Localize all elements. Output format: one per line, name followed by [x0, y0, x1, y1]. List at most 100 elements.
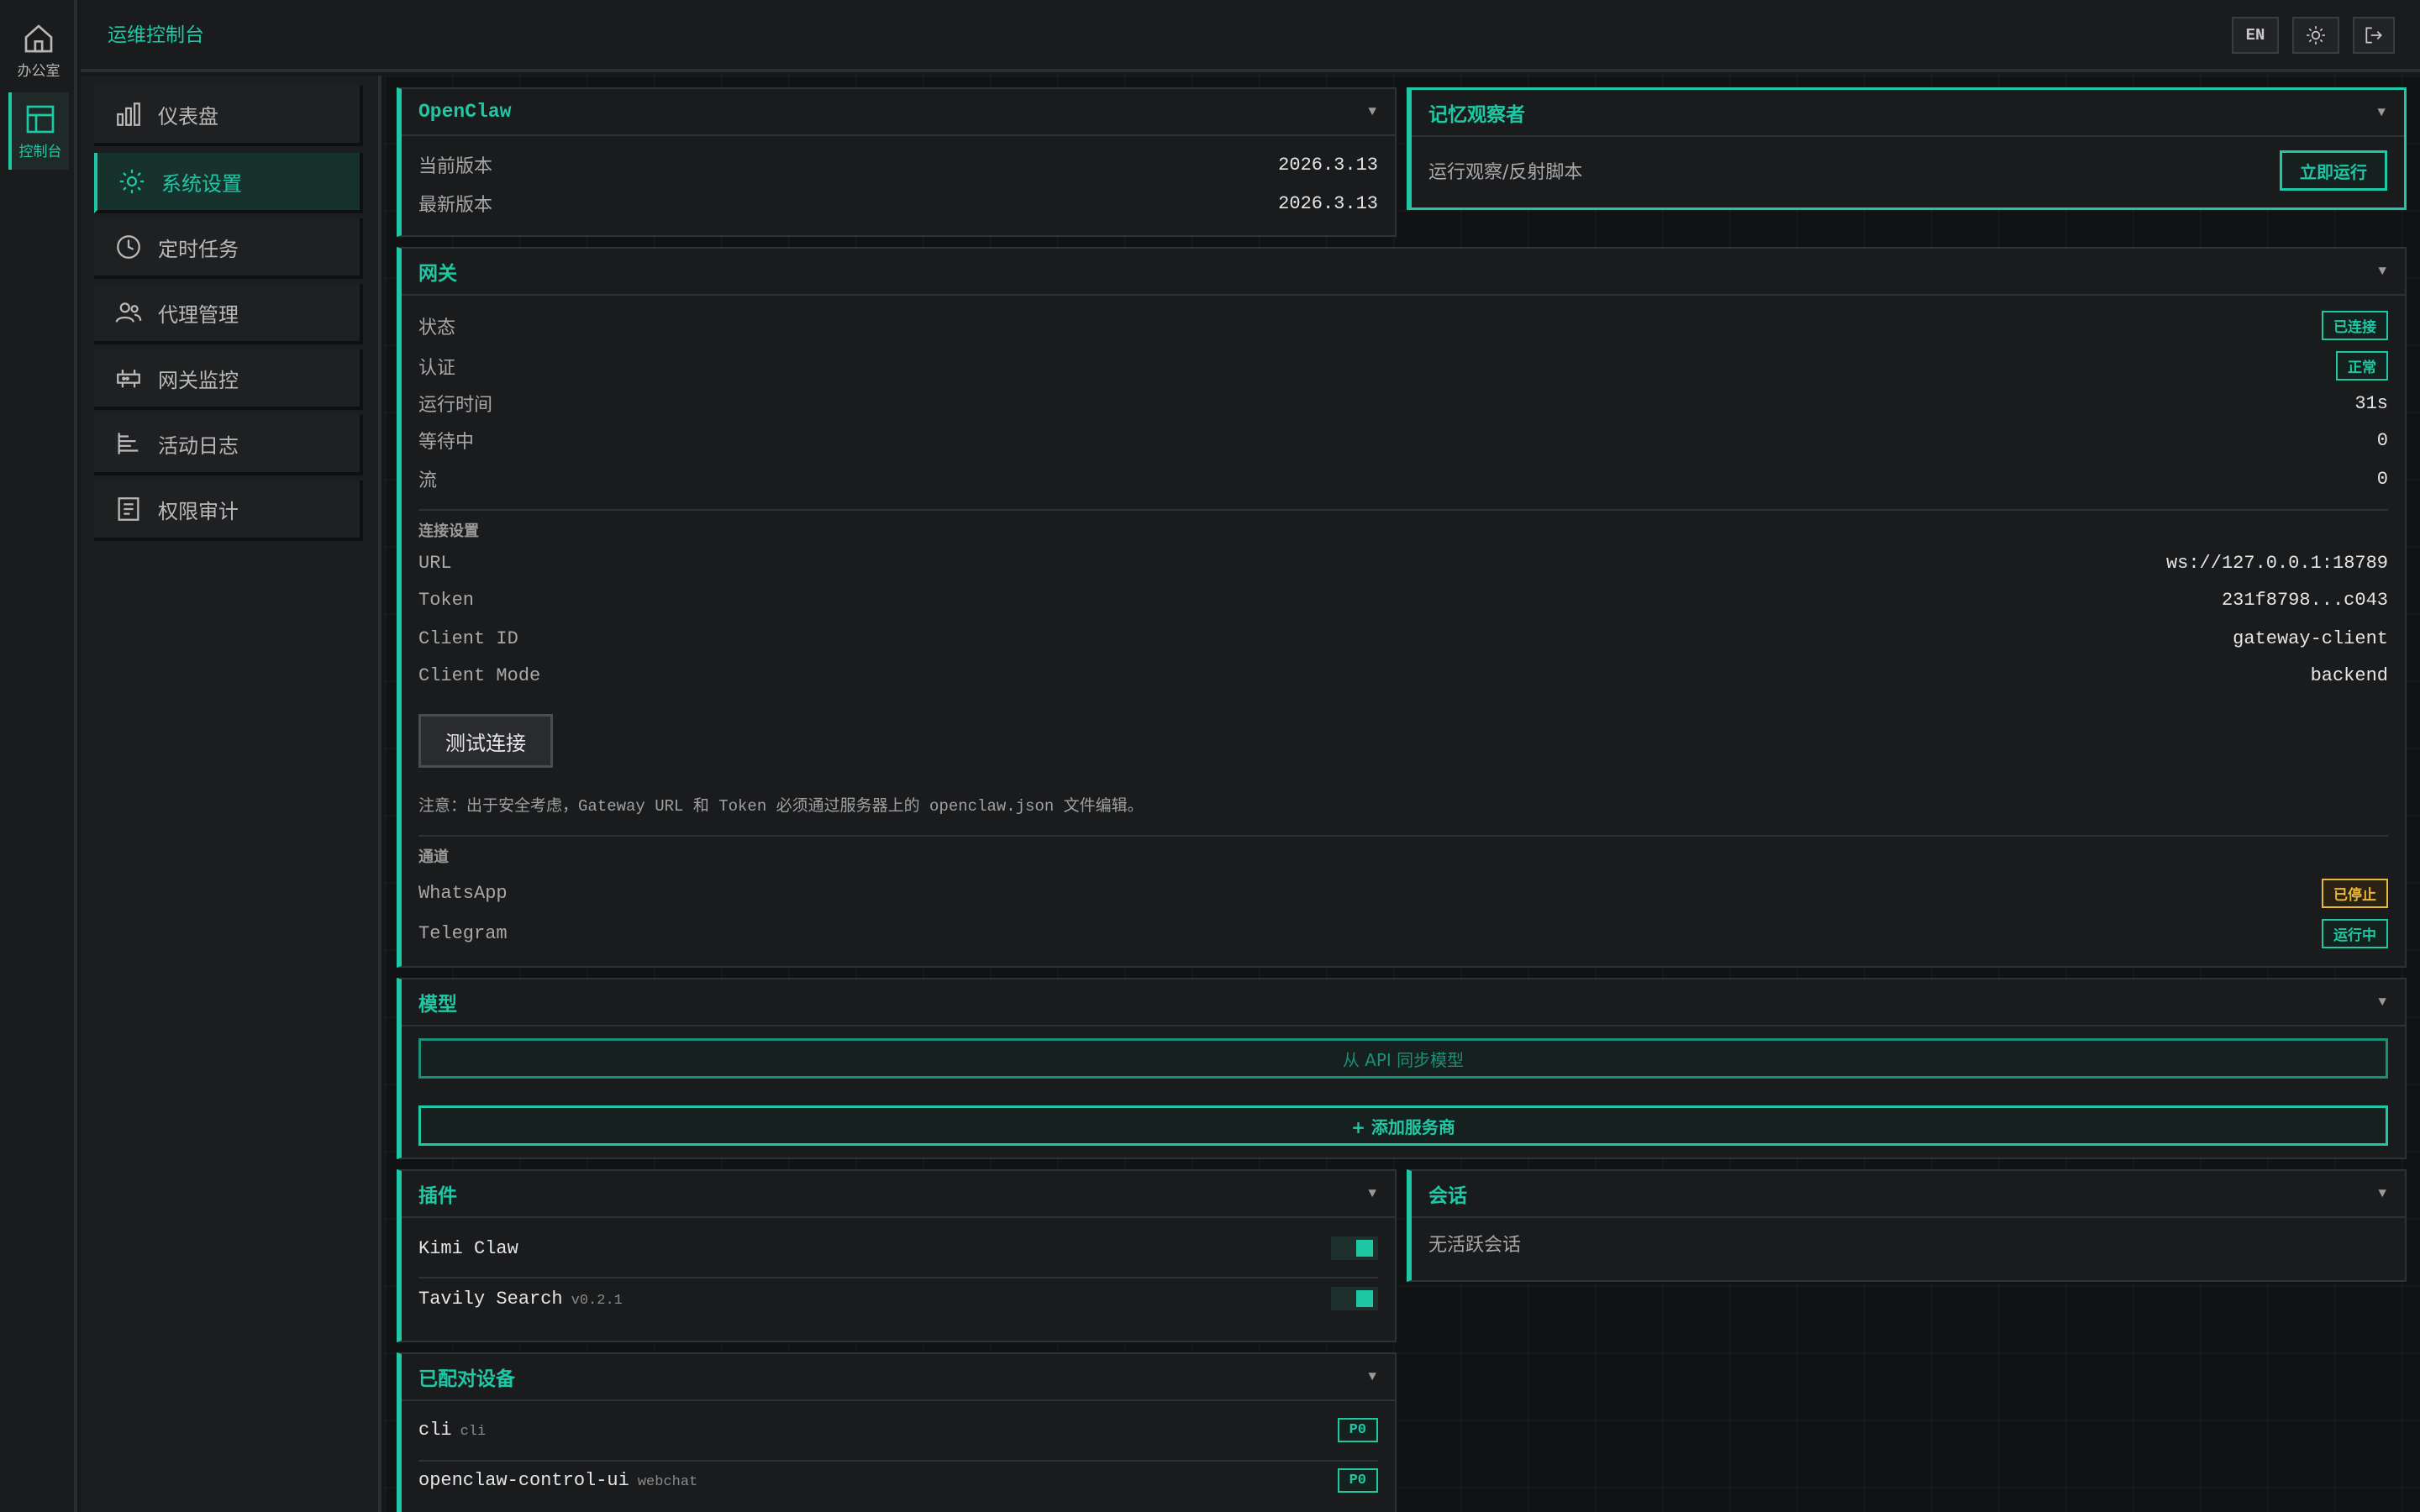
client-mode-label: Client Mode — [418, 665, 541, 686]
url-label: URL — [418, 553, 452, 574]
status-label: 状态 — [418, 317, 456, 339]
device-type: cli — [460, 1424, 487, 1440]
token-label: Token — [418, 590, 475, 611]
device-badge: P0 — [1337, 1418, 1378, 1442]
nav-item-dashboard[interactable]: 仪表盘 — [94, 86, 363, 146]
memory-watcher-panel: 记忆观察者 ▼ 运行观察/反射脚本 立即运行 — [1407, 87, 2407, 210]
test-connection-button[interactable]: 测试连接 — [418, 714, 553, 768]
device-type: webchat — [637, 1474, 698, 1490]
whatsapp-status-badge: 已停止 — [2322, 879, 2388, 908]
current-version-row: 当前版本 2026.3.13 — [418, 151, 1378, 178]
rail-item-console[interactable]: 控制台 — [8, 92, 69, 170]
plugins-title: 插件 — [418, 1185, 457, 1207]
memory-script-label: 运行观察/反射脚本 — [1428, 162, 1583, 183]
plugin-row: Kimi Claw — [418, 1236, 1378, 1260]
divider — [418, 1277, 1378, 1278]
client-id-value: gateway-client — [2233, 628, 2388, 649]
rail-office-label: 办公室 — [17, 62, 60, 80]
plugin-version: v0.2.1 — [571, 1292, 623, 1309]
sync-models-button[interactable]: 从 API 同步模型 — [418, 1038, 2388, 1079]
router-icon — [117, 370, 140, 388]
plugins-panel-header[interactable]: 插件 ▼ — [402, 1171, 1395, 1218]
plugin-toggle[interactable] — [1331, 1236, 1378, 1260]
whatsapp-label: WhatsApp — [418, 883, 508, 904]
language-button[interactable]: EN — [2232, 17, 2279, 54]
app-rail: 办公室 控制台 — [0, 0, 77, 1512]
nav-item-agents[interactable]: 代理管理 — [94, 284, 363, 344]
nav-label-settings: 系统设置 — [161, 171, 242, 196]
device-badge: P0 — [1337, 1468, 1378, 1493]
logout-button[interactable] — [2353, 17, 2395, 54]
pending-value: 0 — [2376, 429, 2388, 451]
memory-panel-header[interactable]: 记忆观察者 ▼ — [1412, 90, 2404, 137]
collapse-caret-icon[interactable]: ▼ — [1368, 1186, 1376, 1201]
device-name: openclaw-control-ui — [418, 1470, 629, 1491]
nav-item-settings[interactable]: 系统设置 — [94, 153, 363, 213]
whatsapp-row: WhatsApp 已停止 — [418, 879, 2388, 908]
sessions-panel-header[interactable]: 会话 ▼ — [1412, 1171, 2405, 1218]
nav-item-permission-audit[interactable]: 权限审计 — [94, 480, 363, 541]
memory-title: 记忆观察者 — [1428, 104, 1525, 126]
url-value: ws://127.0.0.1:18789 — [2165, 553, 2388, 574]
nav-item-activity-log[interactable]: 活动日志 — [94, 415, 363, 475]
collapse-caret-icon[interactable]: ▼ — [2378, 264, 2386, 279]
main-content: OpenClaw ▼ 当前版本 2026.3.13 最新版本 2026.3.13… — [385, 76, 2420, 1512]
client-id-row: Client ID gateway-client — [418, 628, 2388, 649]
latest-version-label: 最新版本 — [418, 195, 493, 216]
device-row: openclaw-control-ui webchat P0 — [418, 1468, 1378, 1493]
nav-label-permission-audit: 权限审计 — [158, 499, 239, 523]
models-panel: 模型 ▼ 从 API 同步模型 + 添加服务商 — [397, 978, 2407, 1159]
top-bar: 运维控制台 EN — [81, 0, 2420, 72]
latest-version-row: 最新版本 2026.3.13 — [418, 190, 1378, 217]
current-version-value: 2026.3.13 — [1278, 154, 1378, 176]
add-provider-button[interactable]: + 添加服务商 — [418, 1105, 2388, 1146]
openclaw-panel: OpenClaw ▼ 当前版本 2026.3.13 最新版本 2026.3.13 — [397, 87, 1397, 237]
pending-label: 等待中 — [418, 432, 475, 453]
gateway-status-row: 状态 已连接 — [418, 311, 2388, 340]
collapse-caret-icon[interactable]: ▼ — [1368, 1369, 1376, 1384]
sun-icon — [2307, 26, 2325, 45]
status-badge: 已连接 — [2322, 311, 2388, 340]
devices-panel-header[interactable]: 已配对设备 ▼ — [402, 1354, 1395, 1401]
rail-console-label: 控制台 — [18, 143, 62, 160]
openclaw-panel-header[interactable]: OpenClaw ▼ — [402, 89, 1395, 136]
rail-item-office[interactable]: 办公室 — [8, 12, 69, 89]
nav-label-dashboard: 仪表盘 — [158, 104, 218, 129]
sessions-panel: 会话 ▼ 无活跃会话 — [1407, 1169, 2407, 1282]
nav-label-activity-log: 活动日志 — [158, 433, 239, 458]
collapse-caret-icon[interactable]: ▼ — [2378, 995, 2386, 1010]
client-mode-row: Client Mode backend — [418, 665, 2388, 686]
models-panel-header[interactable]: 模型 ▼ — [402, 979, 2405, 1026]
nav-label-agents: 代理管理 — [158, 302, 239, 327]
nav-sidebar: 仪表盘 系统设置 定时任务 代理管理 网关监控 活动日志 权限审计 — [81, 76, 381, 1512]
openclaw-title: OpenClaw — [418, 101, 512, 123]
collapse-caret-icon[interactable]: ▼ — [2378, 1186, 2386, 1201]
telegram-label: Telegram — [418, 923, 508, 944]
run-now-button[interactable]: 立即运行 — [2280, 150, 2387, 191]
token-value: 231f8798...c043 — [2221, 590, 2388, 611]
gateway-auth-row: 认证 正常 — [418, 351, 2388, 381]
nav-label-gateway-monitor: 网关监控 — [158, 368, 239, 392]
device-name: cli — [418, 1420, 452, 1441]
collapse-caret-icon[interactable]: ▼ — [2377, 105, 2386, 120]
paired-devices-panel: 已配对设备 ▼ cli cli P0 openclaw-control-ui web… — [397, 1352, 1397, 1512]
list-icon — [118, 433, 139, 454]
plugin-toggle[interactable] — [1331, 1287, 1378, 1310]
home-icon — [24, 24, 53, 52]
collapse-caret-icon[interactable]: ▼ — [1368, 104, 1376, 119]
plugin-row: Tavily Search v0.2.1 — [418, 1287, 1378, 1310]
divider — [418, 1460, 1378, 1462]
client-mode-value: backend — [2310, 665, 2388, 686]
token-row: Token 231f8798...c043 — [418, 590, 2388, 611]
theme-toggle-button[interactable] — [2292, 17, 2339, 54]
nav-item-gateway-monitor[interactable]: 网关监控 — [94, 349, 363, 410]
gateway-stream-row: 流 0 — [418, 465, 2388, 492]
gateway-uptime-row: 运行时间 31s — [418, 390, 2388, 417]
nav-label-scheduled-tasks: 定时任务 — [158, 237, 239, 261]
channels-heading: 通道 — [418, 848, 449, 866]
gateway-panel-header[interactable]: 网关 ▼ — [402, 249, 2405, 296]
divider — [418, 835, 2388, 837]
nav-item-scheduled-tasks[interactable]: 定时任务 — [94, 218, 363, 279]
logout-icon — [2365, 27, 2382, 44]
stream-value: 0 — [2376, 468, 2388, 490]
